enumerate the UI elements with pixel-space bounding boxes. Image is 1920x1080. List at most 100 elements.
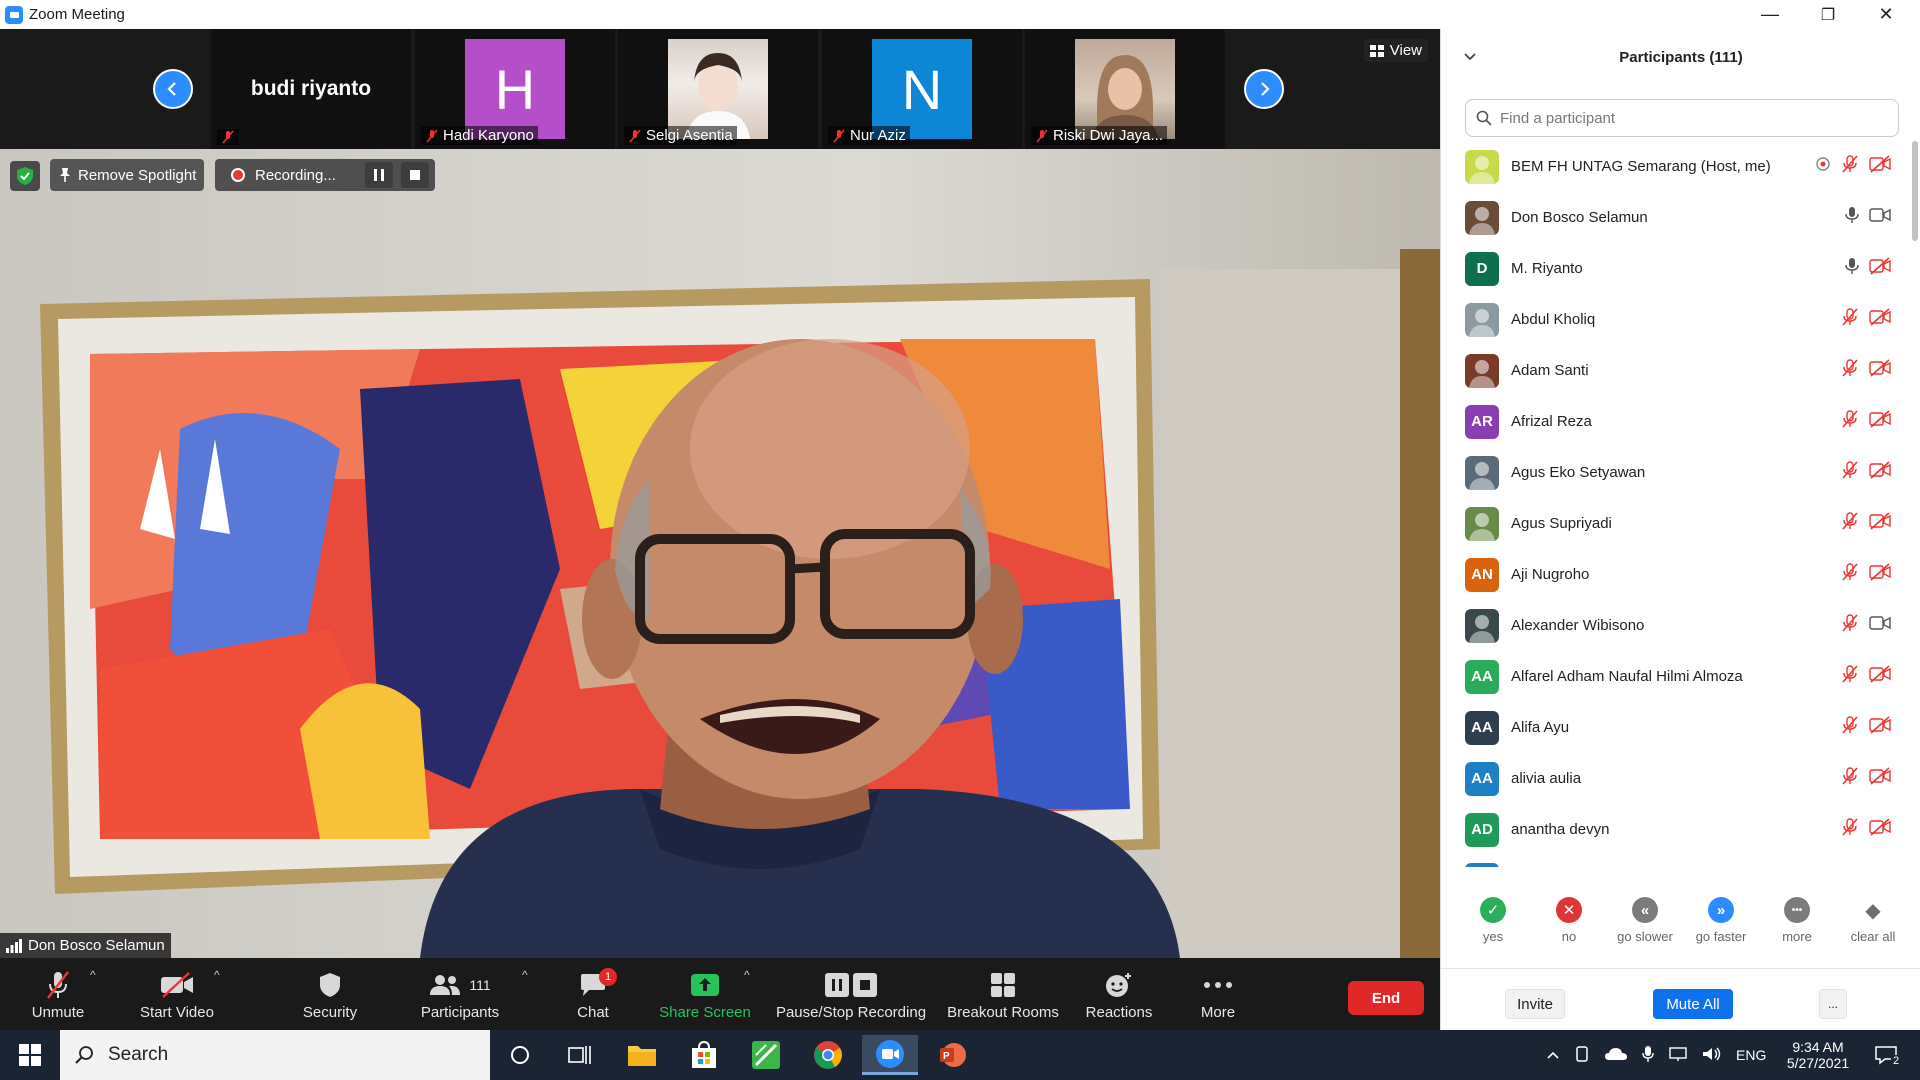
- tray-onedrive-icon[interactable]: [1604, 1047, 1628, 1064]
- reactions-label: Reactions: [1085, 1003, 1153, 1021]
- chrome-app[interactable]: [800, 1035, 856, 1075]
- start-button[interactable]: [2, 1035, 58, 1075]
- taskbar-search-box[interactable]: Search: [60, 1030, 490, 1080]
- reaction-more-icon: •••: [1784, 897, 1810, 923]
- video-off-icon: [1869, 665, 1891, 688]
- tray-microphone-icon[interactable]: [1642, 1045, 1654, 1066]
- taskbar-clock[interactable]: 9:34 AM 5/27/2021: [1768, 1030, 1868, 1080]
- participant-name: Abdul Kholiq: [1511, 311, 1596, 328]
- reactions-button[interactable]: Reactions: [1077, 958, 1161, 1030]
- tray-volume-icon[interactable]: [1702, 1046, 1722, 1065]
- video-off-icon: [1869, 512, 1891, 535]
- video-camera-icon: [1869, 208, 1891, 227]
- more-button[interactable]: More: [1178, 958, 1258, 1030]
- participant-row[interactable]: BEM FH UNTAG Semarang (Host, me): [1441, 141, 1911, 192]
- video-tile-nur-aziz[interactable]: N Nur Aziz: [822, 29, 1022, 149]
- prev-page-button[interactable]: [153, 69, 193, 109]
- participant-row[interactable]: AA Alifa Ayu: [1441, 702, 1911, 753]
- participant-list-scrollbar[interactable]: [1911, 141, 1919, 867]
- restore-button[interactable]: ❐: [1799, 0, 1857, 29]
- reaction-no[interactable]: ✕ no: [1531, 897, 1607, 944]
- participant-row[interactable]: AN Aji Nugroho: [1441, 549, 1911, 600]
- participant-row[interactable]: AA alivia aulia: [1441, 753, 1911, 804]
- nonverbal-feedback-bar: ✓ yes ✕ no « go slower » go faster ••• more ◆ clear…: [1441, 897, 1920, 957]
- tray-network-icon[interactable]: [1668, 1046, 1688, 1065]
- share-screen-button[interactable]: Share Screen: [655, 958, 755, 1030]
- tile-label: [217, 129, 239, 145]
- minimize-button[interactable]: —: [1741, 0, 1799, 29]
- participant-row[interactable]: D M. Riyanto: [1441, 243, 1911, 294]
- view-button[interactable]: View: [1363, 39, 1428, 62]
- video-off-icon: [1869, 818, 1891, 841]
- notification-center-button[interactable]: 2: [1862, 1030, 1914, 1080]
- participant-name: BEM FH UNTAG Semarang (Host, me): [1511, 158, 1771, 175]
- breakout-rooms-button[interactable]: Breakout Rooms: [943, 958, 1063, 1030]
- reaction-yes[interactable]: ✓ yes: [1455, 897, 1531, 944]
- video-options-caret[interactable]: ^: [214, 968, 220, 982]
- video-tile-budi-riyanto[interactable]: budi riyanto: [211, 29, 411, 149]
- zoom-app[interactable]: [862, 1035, 918, 1075]
- tray-overflow-chevron-icon[interactable]: [1546, 1047, 1560, 1063]
- file-explorer-app[interactable]: [614, 1035, 670, 1075]
- unmute-button[interactable]: Unmute: [18, 958, 98, 1030]
- panel-more-button[interactable]: ...: [1819, 989, 1847, 1019]
- cortana-button[interactable]: [492, 1035, 548, 1075]
- scrollbar-thumb[interactable]: [1912, 141, 1918, 241]
- participant-row-partial[interactable]: [1441, 855, 1911, 867]
- pause-recording-button[interactable]: [365, 162, 393, 188]
- participant-row[interactable]: Adam Santi: [1441, 345, 1911, 396]
- collapse-panel-button[interactable]: [1463, 49, 1477, 66]
- mute-all-button[interactable]: Mute All: [1653, 989, 1733, 1019]
- participant-row[interactable]: AD anantha devyn: [1441, 804, 1911, 855]
- video-off-icon: [1869, 155, 1891, 178]
- tray-language[interactable]: ENG: [1736, 1047, 1766, 1063]
- video-tile-hadi-karyono[interactable]: H Hadi Karyono: [415, 29, 615, 149]
- task-view-button[interactable]: [552, 1035, 608, 1075]
- powerpoint-app[interactable]: P: [924, 1035, 980, 1075]
- participant-row[interactable]: Don Bosco Selamun: [1441, 192, 1911, 243]
- participant-search-input[interactable]: [1500, 109, 1880, 127]
- close-button[interactable]: ✕: [1857, 0, 1915, 29]
- participant-row[interactable]: Agus Eko Setyawan: [1441, 447, 1911, 498]
- participants-button[interactable]: 111 Participants: [410, 958, 510, 1030]
- muted-mic-icon: [629, 128, 641, 143]
- breakout-rooms-label: Breakout Rooms: [947, 1003, 1059, 1021]
- reaction-go-faster[interactable]: » go faster: [1683, 897, 1759, 944]
- reaction-clear-all[interactable]: ◆ clear all: [1835, 897, 1911, 945]
- video-tile-riski-dwi-jaya[interactable]: Riski Dwi Jaya...: [1025, 29, 1225, 149]
- reaction-go-slower[interactable]: « go slower: [1607, 897, 1683, 944]
- participant-row[interactable]: Agus Supriyadi: [1441, 498, 1911, 549]
- microsoft-store-app[interactable]: [676, 1035, 732, 1075]
- tray-device-icon[interactable]: [1574, 1045, 1590, 1066]
- more-dots-icon: [1204, 981, 1232, 988]
- start-video-button[interactable]: Start Video: [132, 958, 222, 1030]
- security-shield-button[interactable]: [10, 161, 40, 191]
- chat-button[interactable]: 1 Chat: [553, 958, 633, 1030]
- end-meeting-button[interactable]: End: [1348, 981, 1424, 1015]
- participant-status-icons: [1841, 767, 1891, 790]
- remove-spotlight-button[interactable]: Remove Spotlight: [50, 159, 204, 191]
- muted-mic-icon: [426, 128, 438, 143]
- invite-button[interactable]: Invite: [1505, 989, 1565, 1019]
- participant-row[interactable]: AR Afrizal Reza: [1441, 396, 1911, 447]
- participant-row[interactable]: Alexander Wibisono: [1441, 600, 1911, 651]
- video-tile-selgi-asentia[interactable]: Selgi Asentia: [618, 29, 818, 149]
- participant-status-icons: [1841, 818, 1891, 841]
- share-options-caret[interactable]: ^: [744, 968, 750, 982]
- participant-row[interactable]: Abdul Kholiq: [1441, 294, 1911, 345]
- participant-name: Aji Nugroho: [1511, 566, 1590, 583]
- green-app[interactable]: [738, 1035, 794, 1075]
- pause-stop-recording-button[interactable]: Pause/Stop Recording: [775, 958, 927, 1030]
- participant-avatar: [1465, 863, 1499, 867]
- next-page-button[interactable]: [1244, 69, 1284, 109]
- participant-row[interactable]: AA Alfarel Adham Naufal Hilmi Almoza: [1441, 651, 1911, 702]
- recording-dot-icon: [231, 168, 245, 182]
- security-button[interactable]: Security: [290, 958, 370, 1030]
- reaction-more[interactable]: ••• more: [1759, 897, 1835, 944]
- participant-search[interactable]: [1465, 99, 1899, 137]
- participants-options-caret[interactable]: ^: [522, 968, 528, 982]
- video-off-icon: [1869, 461, 1891, 484]
- stop-recording-button[interactable]: [401, 162, 429, 188]
- audio-options-caret[interactable]: ^: [90, 968, 96, 982]
- participants-count: 111: [469, 976, 491, 993]
